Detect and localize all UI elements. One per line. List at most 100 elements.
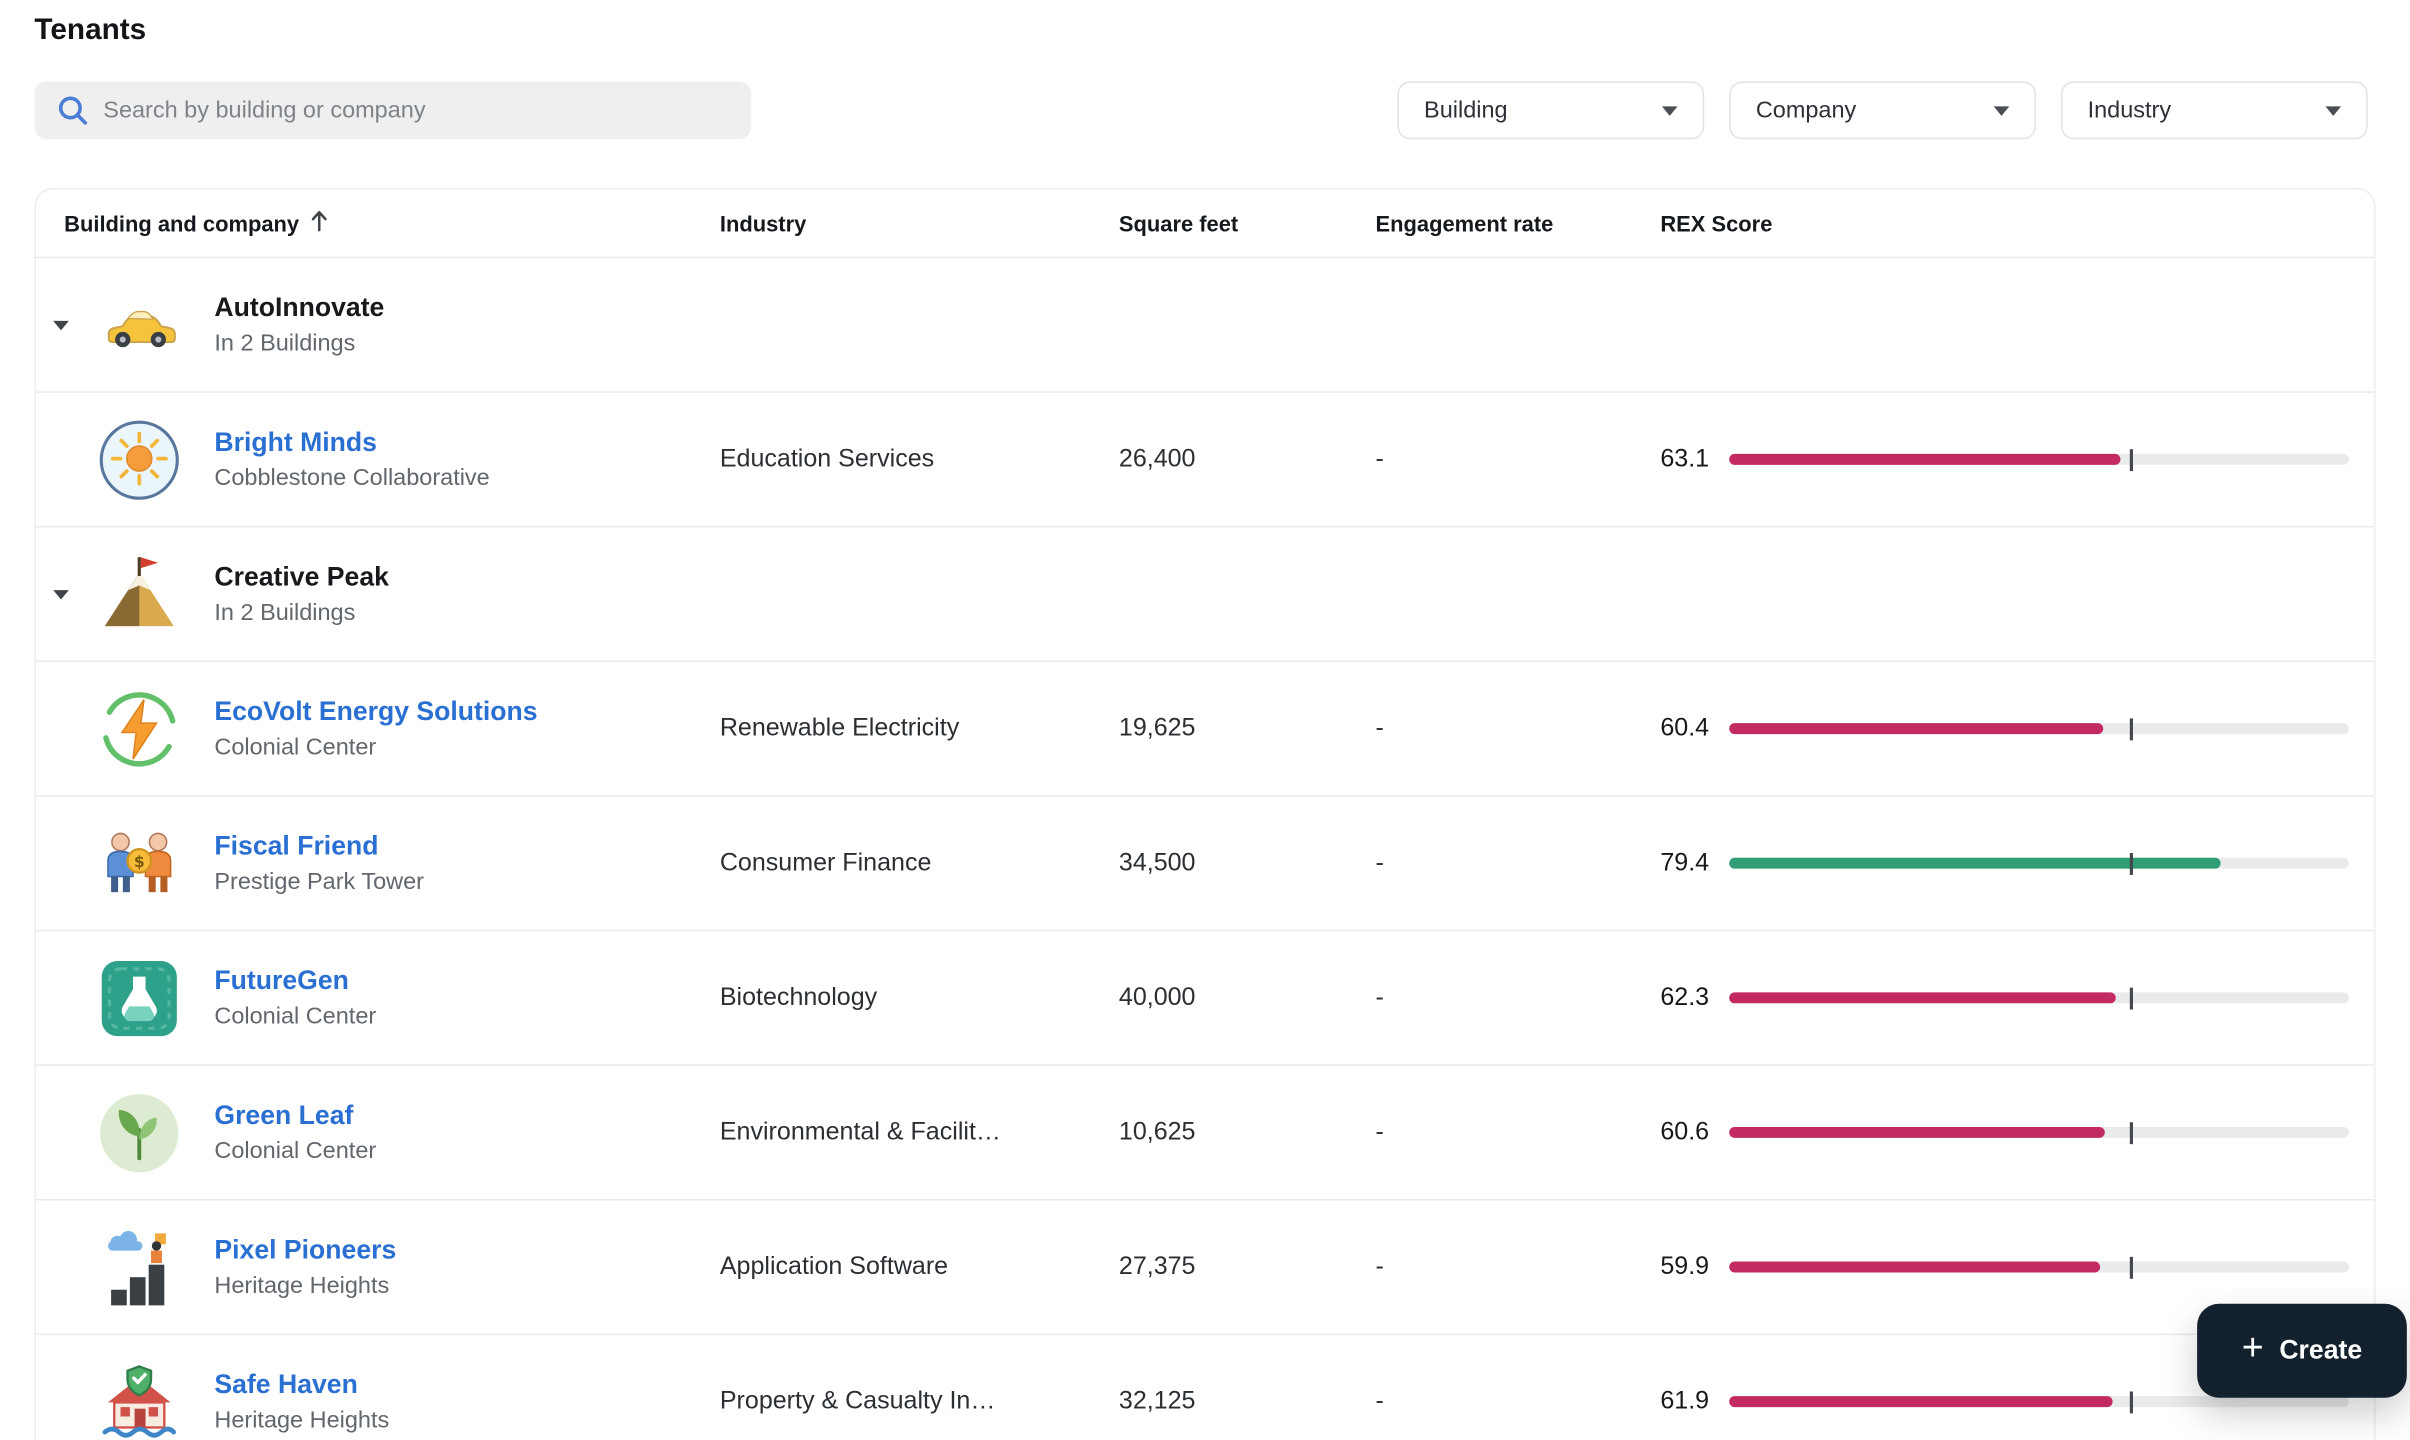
rex-score-bar (1729, 992, 2349, 1003)
col-header-engagement[interactable]: Engagement rate (1376, 211, 1661, 236)
col-header-industry[interactable]: Industry (720, 211, 1119, 236)
square-feet-cell: 19,625 (1119, 715, 1376, 743)
industry-cell: Application Software (720, 1253, 1119, 1281)
sun-icon (99, 419, 180, 500)
building-name: Prestige Park Tower (214, 869, 424, 896)
house-shield-icon (99, 1361, 180, 1440)
benchmark-tick (2130, 448, 2133, 470)
rex-score-value: 63.1 (1660, 445, 1729, 473)
expand-chevron-icon[interactable] (49, 589, 74, 598)
building-name: Heritage Heights (214, 1273, 396, 1300)
benchmark-tick (2130, 852, 2133, 874)
filter-group: Building Company Industry (1397, 81, 2367, 139)
recycle-bolt-icon (99, 688, 180, 769)
engagement-cell: - (1376, 445, 1661, 473)
search-icon (55, 92, 91, 136)
rex-score-value: 62.3 (1660, 984, 1729, 1012)
square-feet-cell: 26,400 (1119, 445, 1376, 473)
sort-ascending-icon (310, 210, 329, 237)
rex-score-value: 79.4 (1660, 849, 1729, 877)
table-row[interactable]: Safe Haven Heritage Heights Property & C… (36, 1335, 2374, 1440)
company-link[interactable]: Safe Haven (214, 1370, 357, 1401)
filter-building-label: Building (1424, 97, 1508, 124)
engagement-cell: - (1376, 849, 1661, 877)
group-subtitle: In 2 Buildings (214, 330, 384, 357)
rex-score-value: 59.9 (1660, 1253, 1729, 1281)
building-name: Colonial Center (214, 734, 537, 761)
engagement-cell: - (1376, 1118, 1661, 1146)
building-name: Heritage Heights (214, 1407, 389, 1434)
table-row[interactable]: EcoVolt Energy Solutions Colonial Center… (36, 662, 2374, 797)
rex-score-bar (1729, 723, 2349, 734)
rex-score-bar (1729, 1396, 2349, 1407)
company-link[interactable]: Pixel Pioneers (214, 1235, 396, 1266)
rex-score-bar (1729, 1127, 2349, 1138)
tenants-page: Tenants Building Company Industry (0, 0, 2410, 1440)
company-link[interactable]: FutureGen (214, 966, 349, 997)
rex-score-cell: 62.3 (1660, 984, 2374, 1012)
table-row[interactable]: $ Fiscal Friend Prestige Park Tower Cons… (36, 797, 2374, 932)
chevron-down-icon (1994, 106, 2010, 115)
table-header: Building and company Industry Square fee… (36, 189, 2374, 258)
controls-bar: Building Company Industry (34, 81, 2367, 139)
industry-cell: Renewable Electricity (720, 715, 1119, 743)
building-name: Cobblestone Collaborative (214, 465, 489, 492)
rex-score-value: 61.9 (1660, 1388, 1729, 1416)
company-link[interactable]: Bright Minds (214, 427, 377, 458)
filter-industry[interactable]: Industry (2061, 81, 2368, 139)
table-row[interactable]: FutureGen Colonial Center Biotechnology … (36, 931, 2374, 1066)
expand-chevron-icon[interactable] (49, 320, 74, 329)
table-row[interactable]: Green Leaf Colonial Center Environmental… (36, 1066, 2374, 1201)
industry-cell: Education Services (720, 445, 1119, 473)
industry-cell: Environmental & Facilit… (720, 1118, 1119, 1146)
filter-building[interactable]: Building (1397, 81, 1704, 139)
rex-score-bar (1729, 454, 2349, 465)
building-name: Colonial Center (214, 1003, 376, 1030)
industry-cell: Consumer Finance (720, 849, 1119, 877)
filter-industry-label: Industry (2088, 97, 2172, 124)
flask-icon (99, 957, 180, 1038)
col-header-rex-score[interactable]: REX Score (1660, 211, 2374, 236)
industry-cell: Property & Casualty In… (720, 1388, 1119, 1416)
page-title: Tenants (34, 14, 146, 48)
group-name: Creative Peak (214, 562, 389, 593)
group-subtitle: In 2 Buildings (214, 599, 389, 626)
col-header-building-company[interactable]: Building and company (36, 210, 720, 237)
benchmark-tick (2130, 718, 2133, 740)
benchmark-tick (2130, 1121, 2133, 1143)
benchmark-tick (2130, 1256, 2133, 1278)
company-link[interactable]: EcoVolt Energy Solutions (214, 697, 537, 728)
rex-score-cell: 63.1 (1660, 445, 2374, 473)
square-feet-cell: 40,000 (1119, 984, 1376, 1012)
rex-score-bar (1729, 1262, 2349, 1273)
pixel-cloud-icon (99, 1226, 180, 1307)
filter-company[interactable]: Company (1729, 81, 2036, 139)
create-button[interactable]: + Create (2197, 1304, 2407, 1398)
search-input[interactable] (34, 81, 751, 139)
plant-icon (99, 1092, 180, 1173)
table-row-group[interactable]: AutoInnovate In 2 Buildings (36, 258, 2374, 393)
table-row[interactable]: Bright Minds Cobblestone Collaborative E… (36, 393, 2374, 528)
rex-score-cell: 79.4 (1660, 849, 2374, 877)
mountain-flag-icon (99, 553, 180, 634)
company-link[interactable]: Green Leaf (214, 1100, 353, 1131)
table-row[interactable]: Pixel Pioneers Heritage Heights Applicat… (36, 1201, 2374, 1336)
col-header-square-feet[interactable]: Square feet (1119, 211, 1376, 236)
engagement-cell: - (1376, 715, 1661, 743)
benchmark-tick (2130, 1391, 2133, 1413)
engagement-cell: - (1376, 984, 1661, 1012)
search-bar (34, 81, 751, 139)
square-feet-cell: 10,625 (1119, 1118, 1376, 1146)
group-name: AutoInnovate (214, 293, 384, 324)
filter-company-label: Company (1756, 97, 1856, 124)
rex-score-cell: 60.6 (1660, 1118, 2374, 1146)
building-name: Colonial Center (214, 1138, 376, 1165)
people-dollar-icon: $ (99, 823, 180, 904)
svg-text:$: $ (134, 851, 145, 870)
chevron-down-icon (1662, 106, 1678, 115)
square-feet-cell: 32,125 (1119, 1388, 1376, 1416)
engagement-cell: - (1376, 1388, 1661, 1416)
company-link[interactable]: Fiscal Friend (214, 831, 378, 862)
chevron-down-icon (2325, 106, 2341, 115)
table-row-group[interactable]: Creative Peak In 2 Buildings (36, 527, 2374, 662)
